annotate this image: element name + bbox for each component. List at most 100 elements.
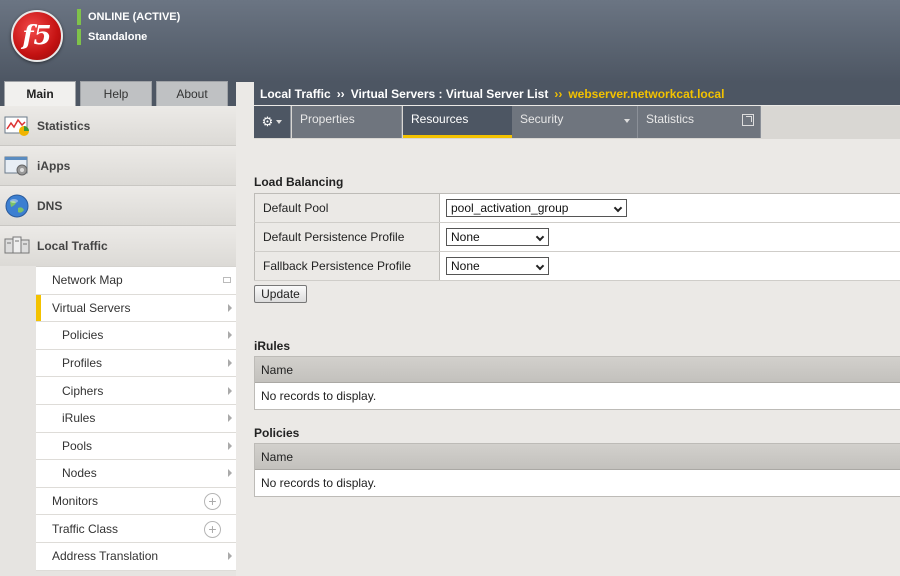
empty-message: No records to display. <box>255 383 900 409</box>
submenu-virtual-servers[interactable]: Virtual Servers <box>36 294 236 323</box>
breadcrumb-current: webserver.networkcat.local <box>568 86 725 101</box>
tab-label: Properties <box>300 112 355 126</box>
status-text: ONLINE (ACTIVE) <box>88 11 181 23</box>
tab-security[interactable]: Security <box>512 106 638 138</box>
submenu-label: Pools <box>62 438 93 453</box>
chevron-right-icon <box>228 386 232 395</box>
top-header: f5 ONLINE (ACTIVE) Standalone <box>0 0 900 82</box>
breadcrumb-local-traffic[interactable]: Local Traffic <box>260 87 331 101</box>
chevron-down-icon <box>624 119 630 123</box>
object-tabs: ⚙ Properties Resources Security Statisti… <box>254 106 900 139</box>
empty-message: No records to display. <box>255 470 900 496</box>
column-header-name[interactable]: Name <box>255 444 900 470</box>
sidebar-item-dns[interactable]: DNS <box>0 186 236 226</box>
globe-icon <box>4 194 30 218</box>
chevron-down-icon <box>535 261 545 271</box>
chevron-right-icon <box>228 441 232 450</box>
tab-help[interactable]: Help <box>80 81 152 106</box>
submenu-label: Policies <box>62 328 104 343</box>
local-traffic-icon <box>4 234 30 258</box>
irules-table: Name No records to display. <box>254 356 900 410</box>
sidebar-item-label: DNS <box>37 198 63 213</box>
submenu-label: Traffic Class <box>52 521 119 536</box>
default-persistence-select[interactable]: None <box>446 228 549 246</box>
statistics-icon <box>4 114 30 138</box>
tab-label: Security <box>520 112 564 126</box>
submenu-nodes[interactable]: Nodes <box>36 460 236 488</box>
chevron-down-icon <box>276 120 283 124</box>
default-pool-row: Default Pool pool_activation_group <box>254 194 900 223</box>
fallback-persistence-select[interactable]: None <box>446 257 549 275</box>
breadcrumb-separator: ›› <box>336 86 345 101</box>
update-button[interactable]: Update <box>254 285 307 303</box>
tab-properties[interactable]: Properties <box>292 106 402 138</box>
chevron-down-icon <box>535 232 545 242</box>
f5-logo[interactable]: f5 <box>11 10 63 62</box>
chevron-right-icon <box>228 552 232 561</box>
local-traffic-submenu: Network Map Virtual Servers Policies Pro… <box>36 266 236 571</box>
policies-title: Policies <box>254 426 300 440</box>
chevron-right-icon <box>228 303 232 312</box>
submenu-label: iRules <box>62 411 96 426</box>
gear-icon: ⚙ <box>261 114 274 129</box>
column-header-name[interactable]: Name <box>255 357 900 383</box>
gear-menu-button[interactable]: ⚙ <box>254 106 291 138</box>
load-balancing-table: Default Pool pool_activation_group Defau… <box>254 193 900 281</box>
sidebar-item-label: iApps <box>37 158 71 173</box>
select-value: None <box>451 259 480 273</box>
breadcrumb-virtual-server-list[interactable]: Virtual Servers : Virtual Server List <box>351 87 549 101</box>
submenu-traffic-class[interactable]: Traffic Class + <box>36 515 236 543</box>
sidebar-item-label: Local Traffic <box>37 239 108 253</box>
load-balancing-title: Load Balancing <box>254 175 344 189</box>
submenu-label: Address Translation <box>52 549 159 564</box>
row-label: Default Persistence Profile <box>254 223 440 251</box>
sidebar-item-statistics[interactable]: Statistics <box>0 106 236 146</box>
nav-tabs: Main Help About <box>0 81 236 106</box>
policies-table: Name No records to display. <box>254 443 900 497</box>
submenu-profiles[interactable]: Profiles <box>36 349 236 378</box>
submenu-irules[interactable]: iRules <box>36 404 236 433</box>
tab-label: Resources <box>411 112 469 126</box>
chevron-right-icon <box>228 359 232 368</box>
submenu-label: Monitors <box>52 494 99 509</box>
add-icon[interactable]: + <box>204 520 221 538</box>
irules-title: iRules <box>254 339 291 353</box>
sidebar-item-iapps[interactable]: iApps <box>0 146 236 186</box>
default-persistence-row: Default Persistence Profile None <box>254 223 900 252</box>
mode-indicator <box>77 29 81 45</box>
submenu-address-translation[interactable]: Address Translation <box>36 542 236 571</box>
select-value: None <box>451 230 480 244</box>
submenu-monitors[interactable]: Monitors + <box>36 487 236 516</box>
tab-label: Statistics <box>646 112 695 126</box>
chevron-right-icon <box>228 469 232 478</box>
row-label: Fallback Persistence Profile <box>254 252 440 280</box>
submenu-pools[interactable]: Pools <box>36 432 236 461</box>
mode-text: Standalone <box>88 31 148 43</box>
status-indicator <box>77 9 81 25</box>
select-value: pool_activation_group <box>451 201 569 215</box>
default-pool-select[interactable]: pool_activation_group <box>446 199 627 217</box>
submenu-label: Ciphers <box>62 383 104 398</box>
add-icon[interactable]: + <box>204 493 221 511</box>
tab-statistics[interactable]: Statistics <box>638 106 761 138</box>
sidebar-item-local-traffic[interactable]: Local Traffic <box>0 226 236 266</box>
submenu-network-map[interactable]: Network Map <box>36 267 236 295</box>
tab-resources[interactable]: Resources <box>403 106 513 138</box>
submenu-policies[interactable]: Policies <box>36 322 236 350</box>
system-status: ONLINE (ACTIVE) Standalone <box>77 9 180 49</box>
fallback-persistence-row: Fallback Persistence Profile None <box>254 252 900 281</box>
submenu-label: Network Map <box>52 273 123 288</box>
iapps-icon <box>4 154 30 178</box>
row-label: Default Pool <box>254 194 440 222</box>
external-link-icon <box>742 114 754 126</box>
sidebar-item-label: Statistics <box>37 118 91 133</box>
breadcrumb: Local Traffic ›› Virtual Servers : Virtu… <box>254 82 900 105</box>
tab-about[interactable]: About <box>156 81 228 106</box>
map-icon <box>223 277 231 284</box>
submenu-ciphers[interactable]: Ciphers <box>36 377 236 405</box>
breadcrumb-separator: ›› <box>554 86 563 101</box>
chevron-right-icon <box>228 414 232 423</box>
submenu-label: Virtual Servers <box>52 300 131 315</box>
chevron-right-icon <box>228 331 232 340</box>
tab-main[interactable]: Main <box>4 81 76 106</box>
